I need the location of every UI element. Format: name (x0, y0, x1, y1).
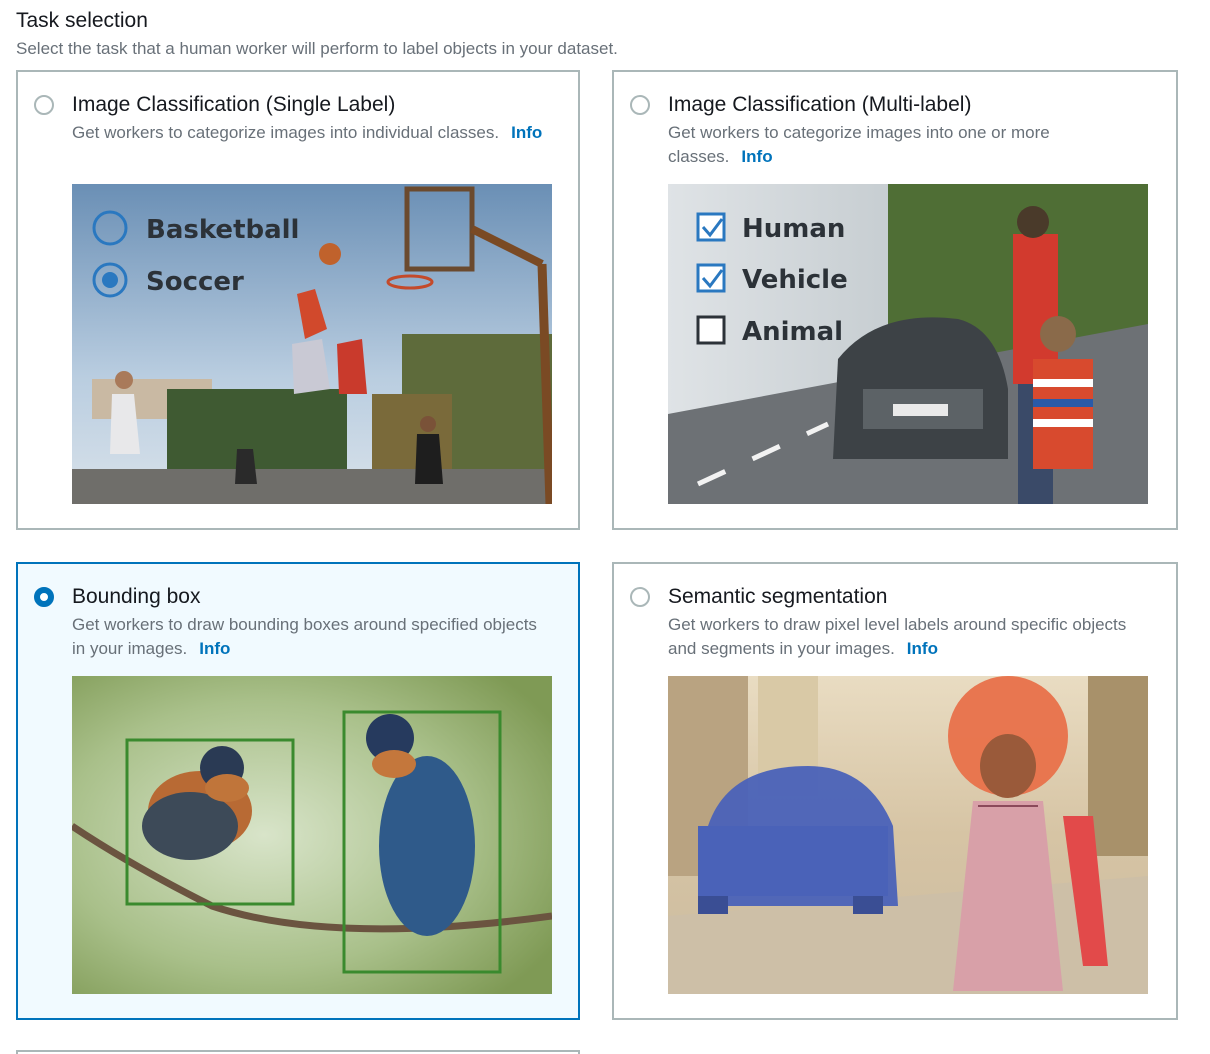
overlay-label-basketball: Basketball (146, 215, 299, 245)
multi-label-illustration: Human Vehicle Animal (668, 184, 1148, 504)
birds-scene (72, 676, 552, 994)
overlay-label-soccer: Soccer (146, 267, 244, 297)
overlay-label-vehicle: Vehicle (742, 265, 848, 295)
task-tile-semantic-segmentation[interactable]: Semantic segmentation Get workers to dra… (612, 562, 1178, 1020)
tile-title: Image Classification (Multi-label) (668, 93, 972, 116)
info-link[interactable]: Info (741, 147, 772, 166)
basketball-scene: Basketball Soccer (72, 184, 552, 504)
task-tile-bounding-box[interactable]: Bounding box Get workers to draw boundin… (16, 562, 580, 1020)
section-description: Select the task that a human worker will… (16, 39, 618, 58)
radio-single-label[interactable] (34, 95, 54, 115)
tile-description-text: Get workers to draw pixel level labels a… (668, 615, 1127, 658)
info-link[interactable]: Info (199, 639, 230, 658)
info-link[interactable]: Info (511, 123, 542, 142)
tile-description: Get workers to draw pixel level labels a… (668, 613, 1148, 661)
tile-title: Image Classification (Single Label) (72, 93, 396, 116)
overlay-label-human: Human (742, 214, 845, 244)
tile-description: Get workers to categorize images into on… (668, 121, 1148, 169)
task-tile-single-label[interactable]: Image Classification (Single Label) Get … (16, 70, 580, 530)
bounding-box-illustration (72, 676, 552, 994)
semantic-segmentation-illustration (668, 676, 1148, 994)
segmentation-scene (668, 676, 1148, 994)
single-label-illustration: Basketball Soccer (72, 184, 552, 504)
radio-bounding-box[interactable] (34, 587, 54, 607)
task-selection-page: Task selection Select the task that a hu… (0, 0, 1210, 1054)
tile-title: Bounding box (72, 585, 201, 608)
task-tile-multi-label[interactable]: Image Classification (Multi-label) Get w… (612, 70, 1178, 530)
radio-multi-label[interactable] (630, 95, 650, 115)
tile-description-text: Get workers to draw bounding boxes aroun… (72, 615, 537, 658)
tile-description: Get workers to draw bounding boxes aroun… (72, 613, 552, 661)
tile-description-text: Get workers to categorize images into in… (72, 123, 500, 142)
tile-description-text: Get workers to categorize images into on… (668, 123, 1050, 166)
info-link[interactable]: Info (907, 639, 938, 658)
tile-description: Get workers to categorize images into in… (72, 121, 552, 145)
task-tile-next-partial[interactable] (16, 1050, 580, 1054)
tile-title: Semantic segmentation (668, 585, 888, 608)
section-title: Task selection (16, 9, 148, 32)
street-scene: Human Vehicle Animal (668, 184, 1148, 504)
overlay-label-animal: Animal (742, 317, 843, 347)
radio-semantic-segmentation[interactable] (630, 587, 650, 607)
